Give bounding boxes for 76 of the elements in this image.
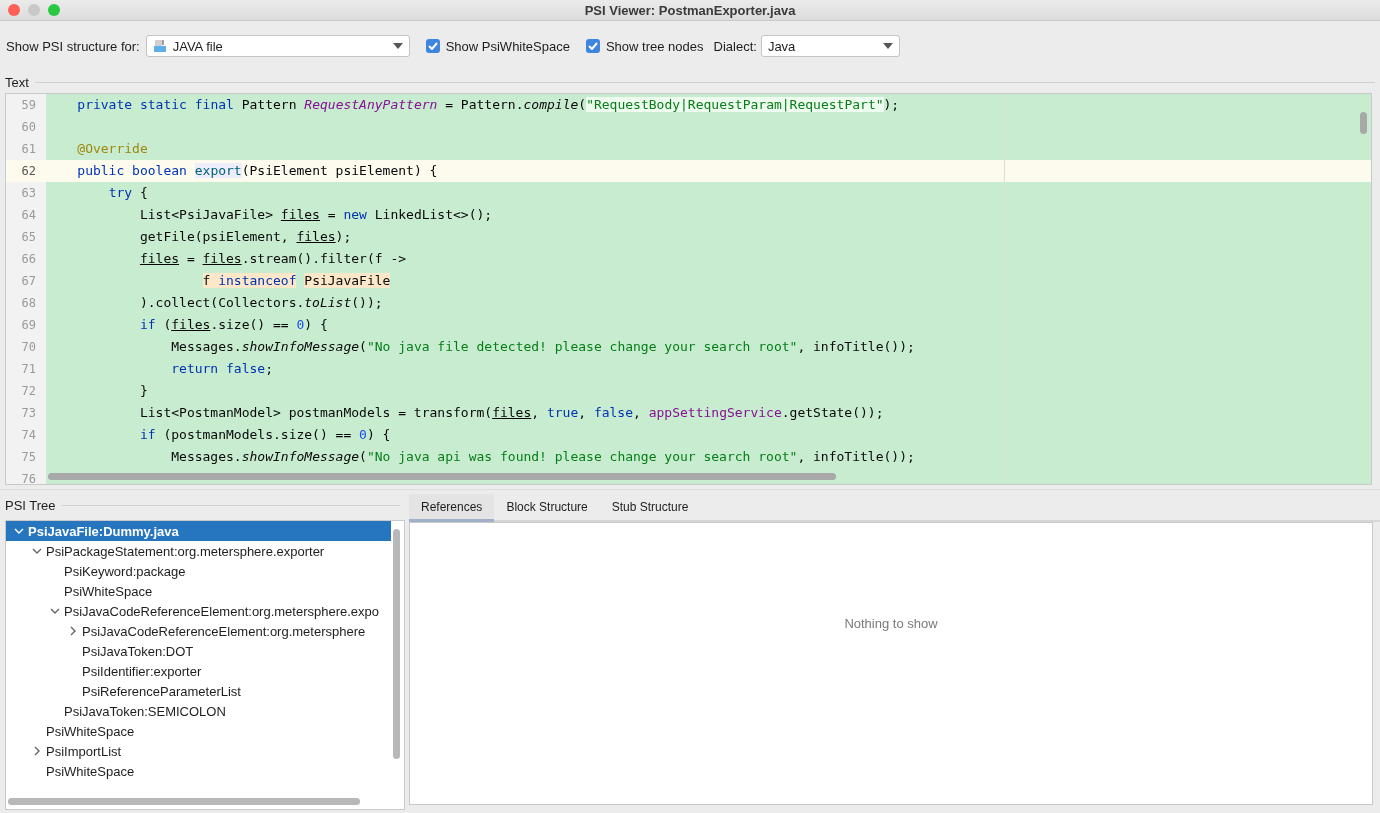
line-number: 61 bbox=[6, 138, 46, 160]
java-file-icon bbox=[152, 39, 167, 53]
line-number: 66 bbox=[6, 248, 46, 270]
horizontal-scrollbar[interactable] bbox=[48, 473, 836, 480]
checkbox[interactable] bbox=[425, 39, 440, 53]
code-line: if (files.size() == 0) { bbox=[138, 316, 329, 334]
line-number: 69 bbox=[6, 314, 46, 336]
window-title: PSI Viewer: PostmanExporter.java bbox=[584, 2, 796, 18]
code-line: @Override bbox=[76, 140, 149, 158]
vertical-scrollbar[interactable] bbox=[393, 529, 400, 759]
code-line: f instanceof PsiJavaFile bbox=[201, 272, 392, 290]
dropdown-value: JAVA file bbox=[172, 38, 224, 54]
horizontal-scrollbar[interactable] bbox=[8, 798, 360, 805]
section-title: PSI Tree bbox=[5, 497, 56, 513]
tree-item[interactable]: PsiImportList bbox=[6, 741, 391, 761]
tree-item[interactable]: PsiJavaCodeReferenceElement:org.metersphere bbox=[6, 621, 391, 641]
code-line: return false; bbox=[170, 360, 274, 378]
dropdown-arrow-icon bbox=[882, 43, 893, 49]
code-line: getFile(psiElement, files); bbox=[138, 228, 353, 246]
vertical-scrollbar[interactable] bbox=[1360, 112, 1367, 134]
chevron-right-icon[interactable] bbox=[32, 746, 42, 756]
line-number: 75 bbox=[6, 446, 46, 468]
code-line: private static final Pattern RequestAnyPattern = Pattern.compile("RequestBody|RequestParam|RequestPart"); bbox=[76, 96, 901, 114]
close-button[interactable] bbox=[8, 4, 20, 16]
code-line: } bbox=[138, 382, 149, 400]
tree-item[interactable]: PsiJavaCodeReferenceElement:org.metersphere.expo bbox=[6, 601, 391, 621]
dropdown-value: Java bbox=[767, 38, 797, 54]
tree-item[interactable]: PsiKeyword:package bbox=[6, 561, 391, 581]
file-type-dropdown[interactable]: JAVA file bbox=[145, 35, 410, 57]
empty-message: Nothing to show bbox=[844, 616, 938, 631]
line-number: 63 bbox=[6, 182, 46, 204]
code-line: public boolean export(PsiElement psiElement) { bbox=[76, 162, 439, 180]
check-icon bbox=[587, 42, 598, 50]
tree-item[interactable]: PsiIdentifier:exporter bbox=[6, 661, 391, 681]
line-number: 68 bbox=[6, 292, 46, 314]
tree-item[interactable]: PsiJavaToken:DOT bbox=[6, 641, 391, 661]
structure-label: Show PSI structure for: bbox=[6, 38, 140, 54]
code-line: ).collect(Collectors.toList()); bbox=[138, 294, 384, 312]
code-line: try { bbox=[107, 184, 149, 202]
line-number: 65 bbox=[6, 226, 46, 248]
tab[interactable]: Stub Structure bbox=[599, 494, 701, 522]
checkbox-label: Show PsiWhiteSpace bbox=[445, 38, 570, 54]
line-number: 76 bbox=[6, 468, 46, 484]
dialect-label: Dialect: bbox=[713, 38, 757, 54]
line-number: 70 bbox=[6, 336, 46, 358]
code-line: List<PsiJavaFile> files = new LinkedList<>(); bbox=[138, 206, 494, 224]
dropdown-arrow-icon bbox=[392, 43, 403, 49]
line-number: 67 bbox=[6, 270, 46, 292]
tree-item[interactable]: PsiJavaToken:SEMICOLON bbox=[6, 701, 391, 721]
tab[interactable]: Block Structure bbox=[494, 494, 600, 522]
chevron-down-icon[interactable] bbox=[50, 606, 60, 616]
tree-item[interactable]: PsiJavaFile:Dummy.java bbox=[6, 521, 391, 541]
line-number: 60 bbox=[6, 116, 46, 138]
tree-item[interactable]: PsiWhiteSpace bbox=[6, 721, 391, 741]
checkbox-label: Show tree nodes bbox=[605, 38, 704, 54]
code-line: Messages.showInfoMessage("No java file detected! please change your search root", infoTitle()); bbox=[170, 338, 916, 356]
code-line: files = files.stream().filter(f -> bbox=[138, 250, 408, 268]
tree-item[interactable]: PsiWhiteSpace bbox=[6, 761, 391, 781]
tree-item[interactable]: PsiReferenceParameterList bbox=[6, 681, 391, 701]
check-icon bbox=[427, 42, 438, 50]
chevron-right-icon[interactable] bbox=[68, 626, 78, 636]
line-number: 71 bbox=[6, 358, 46, 380]
code-line: Messages.showInfoMessage("No java api was found! please change your search root", infoTitle()); bbox=[170, 448, 916, 466]
code-line: if (postmanModels.size() == 0) { bbox=[138, 426, 392, 444]
line-number: 73 bbox=[6, 402, 46, 424]
tab[interactable]: References bbox=[409, 494, 495, 522]
line-number: 72 bbox=[6, 380, 46, 402]
line-number: 59 bbox=[6, 94, 46, 116]
code-line: List<PostmanModel> postmanModels = transform(files, true, false, appSettingService.getState()); bbox=[138, 404, 885, 422]
tree-item[interactable]: PsiWhiteSpace bbox=[6, 581, 391, 601]
checkbox[interactable] bbox=[585, 39, 600, 53]
section-title: Text bbox=[5, 74, 29, 90]
tree-item[interactable]: PsiPackageStatement:org.metersphere.exporter bbox=[6, 541, 391, 561]
line-number: 64 bbox=[6, 204, 46, 226]
dialect-dropdown[interactable]: Java bbox=[760, 35, 900, 57]
line-number: 74 bbox=[6, 424, 46, 446]
